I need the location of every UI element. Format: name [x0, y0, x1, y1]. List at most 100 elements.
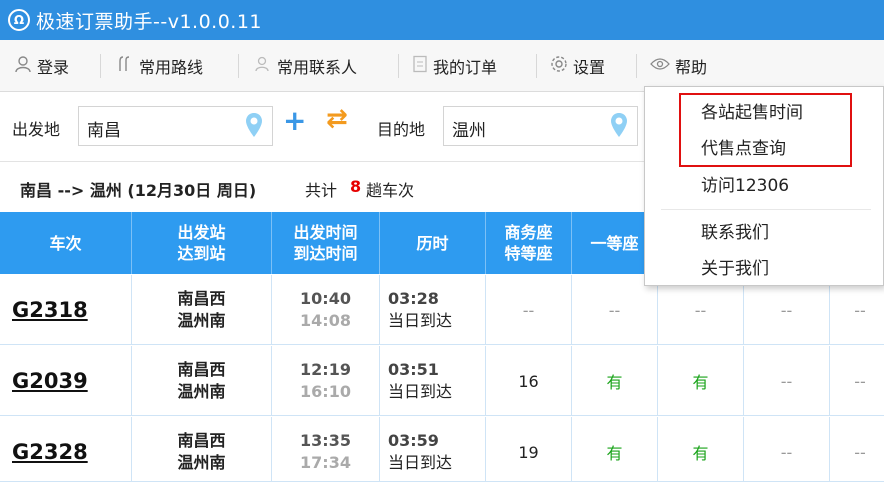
stations-cell: 南昌西 温州南 — [132, 417, 272, 482]
duration-cell: 03:28 当日到达 — [380, 275, 486, 345]
route-icon — [116, 55, 134, 78]
to-station: 温州南 — [177, 382, 226, 401]
arrive-time: 14:08 — [300, 311, 351, 330]
to-station: 温州南 — [177, 311, 226, 330]
header-first-label: 一等座 — [590, 233, 639, 253]
orders-label: 我的订单 — [433, 58, 498, 77]
times-cell: 13:35 17:34 — [272, 417, 380, 482]
swap-icon[interactable]: ⇄ — [326, 104, 348, 134]
train-logo-icon: Ω — [8, 9, 30, 31]
highlight-box — [679, 93, 852, 167]
location-pin-icon[interactable] — [609, 111, 629, 141]
seat-cell[interactable]: 有 — [658, 346, 744, 416]
login-label: 登录 — [37, 58, 70, 77]
route-summary: 南昌 --> 温州 (12月30日 周日) — [20, 181, 257, 200]
from-station: 南昌西 — [177, 431, 226, 450]
settings-label: 设置 — [573, 58, 606, 77]
arrive-time: 17:34 — [300, 453, 351, 472]
stations-cell: 南昌西 温州南 — [132, 275, 272, 345]
menu-divider — [661, 209, 871, 210]
header-stations[interactable]: 出发站 达到站 — [132, 212, 272, 274]
toolbar: 登录 常用路线 常用联系人 我的订单 设置 帮助 — [0, 40, 884, 92]
seat-cell[interactable]: 有 — [572, 417, 658, 482]
header-duration-label: 历时 — [416, 233, 449, 253]
seat-cell[interactable]: 19 — [486, 417, 572, 482]
menu-item-contact-us[interactable]: 联系我们 — [701, 218, 769, 243]
times-cell: 10:40 14:08 — [272, 275, 380, 345]
login-button[interactable]: 登录 — [14, 50, 69, 82]
menu-item-visit-12306[interactable]: 访问12306 — [701, 171, 789, 196]
train-count: 8 — [350, 177, 362, 196]
seat-cell[interactable]: 有 — [572, 346, 658, 416]
header-duration[interactable]: 历时 — [380, 212, 486, 274]
arrival-note: 当日到达 — [388, 382, 453, 401]
stations-cell: 南昌西 温州南 — [132, 346, 272, 416]
train-count-unit: 趟车次 — [366, 181, 415, 200]
duration-cell: 03:59 当日到达 — [380, 417, 486, 482]
seat-cell[interactable]: 16 — [486, 346, 572, 416]
title-bar: Ω 极速订票助手--v1.0.0.11 — [0, 0, 884, 40]
header-times[interactable]: 出发时间 到达时间 — [272, 212, 380, 274]
from-label: 出发地 — [12, 120, 61, 139]
train-code-link[interactable]: G2318 — [12, 298, 131, 322]
duration-cell: 03:51 当日到达 — [380, 346, 486, 416]
eye-icon — [650, 56, 670, 76]
seat-cell[interactable]: 有 — [658, 417, 744, 482]
help-button[interactable]: 帮助 — [650, 50, 707, 82]
seat-cell[interactable]: -- — [744, 346, 830, 416]
header-business-label: 商务座 — [504, 223, 553, 242]
header-train-label: 车次 — [49, 233, 82, 253]
orders-button[interactable]: 我的订单 — [412, 50, 497, 82]
header-business-seat[interactable]: 商务座 特等座 — [486, 212, 572, 274]
from-station-value: 南昌 — [87, 121, 121, 141]
seat-cell[interactable]: -- — [486, 275, 572, 345]
contacts-icon — [254, 55, 272, 78]
routes-button[interactable]: 常用路线 — [116, 50, 203, 82]
menu-item-about-us[interactable]: 关于我们 — [701, 254, 769, 279]
train-code-link[interactable]: G2328 — [12, 440, 131, 464]
depart-time: 12:19 — [300, 360, 351, 379]
seat-cell[interactable]: -- — [830, 346, 884, 416]
toolbar-divider — [636, 54, 637, 78]
header-premium-label: 特等座 — [504, 244, 553, 263]
train-cell[interactable]: G2039 — [0, 346, 132, 416]
train-cell[interactable]: G2328 — [0, 417, 132, 482]
header-arrive-time: 到达时间 — [293, 244, 358, 263]
to-station-input[interactable]: 温州 — [443, 106, 638, 146]
from-station: 南昌西 — [177, 289, 226, 308]
train-code-link[interactable]: G2039 — [12, 369, 131, 393]
header-depart-time: 出发时间 — [293, 223, 358, 242]
to-station-value: 温州 — [452, 121, 486, 141]
table-row[interactable]: G2039 南昌西 温州南 12:19 16:10 03:51 当日到达 16 有 有… — [0, 346, 884, 416]
toolbar-divider — [398, 54, 399, 78]
routes-label: 常用路线 — [139, 58, 204, 77]
duration: 03:59 — [388, 431, 439, 450]
settings-button[interactable]: 设置 — [550, 50, 605, 82]
header-from-station: 出发站 — [177, 223, 226, 242]
help-label: 帮助 — [675, 58, 708, 77]
contacts-label: 常用联系人 — [277, 58, 358, 77]
arrival-note: 当日到达 — [388, 453, 453, 472]
gear-icon — [550, 55, 568, 78]
to-label: 目的地 — [377, 120, 426, 139]
duration: 03:51 — [388, 360, 439, 379]
toolbar-divider — [100, 54, 101, 78]
arrival-note: 当日到达 — [388, 311, 453, 330]
contacts-button[interactable]: 常用联系人 — [254, 50, 357, 82]
to-station: 温州南 — [177, 453, 226, 472]
arrive-time: 16:10 — [300, 382, 351, 401]
user-icon — [14, 55, 32, 78]
toolbar-divider — [536, 54, 537, 78]
table-row[interactable]: G2328 南昌西温州南 13:35 17:34 03:59 当日到达 19 有 有… — [0, 417, 884, 482]
duration: 03:28 — [388, 289, 439, 308]
seat-cell[interactable]: -- — [830, 417, 884, 482]
from-station-input[interactable]: 南昌 — [78, 106, 273, 146]
depart-time: 10:40 — [300, 289, 351, 308]
header-train[interactable]: 车次 — [0, 212, 132, 274]
seat-cell[interactable]: -- — [744, 417, 830, 482]
add-via-icon[interactable]: + — [283, 104, 306, 137]
location-pin-icon[interactable] — [244, 111, 264, 141]
times-cell: 12:19 16:10 — [272, 346, 380, 416]
train-cell[interactable]: G2318 — [0, 275, 132, 345]
header-to-station: 达到站 — [177, 244, 226, 263]
